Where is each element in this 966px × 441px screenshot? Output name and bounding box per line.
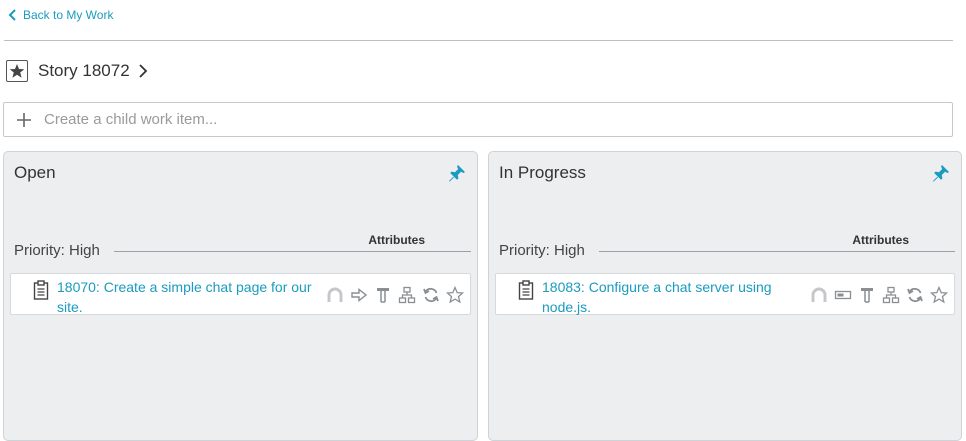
pin-icon[interactable] <box>931 163 951 183</box>
column-open: Open Attributes Priority: High 18070: Cr… <box>3 151 478 441</box>
refresh-icon[interactable] <box>422 286 440 304</box>
star-outline-icon[interactable] <box>930 286 948 304</box>
refresh-icon[interactable] <box>906 286 924 304</box>
group-divider <box>113 251 471 252</box>
story-title: Story 18072 <box>38 61 130 80</box>
chevron-right-icon[interactable] <box>138 63 148 79</box>
work-item-title-link[interactable]: 18070: Create a simple chat page for our… <box>57 277 323 317</box>
star-icon <box>9 64 25 78</box>
progress-bar-icon[interactable] <box>834 286 852 304</box>
header-divider <box>4 40 953 41</box>
star-outline-icon[interactable] <box>446 286 464 304</box>
clipboard-icon <box>518 280 534 300</box>
card-actions <box>326 286 464 304</box>
create-child-field[interactable] <box>3 102 953 137</box>
story-header: Story 18072 <box>6 60 148 82</box>
arrow-right-icon[interactable] <box>350 286 368 304</box>
group-divider <box>598 251 955 252</box>
avatar-icon[interactable] <box>810 286 828 304</box>
chevron-left-icon <box>8 9 16 21</box>
hierarchy-icon[interactable] <box>398 286 416 304</box>
work-item-card[interactable]: 18070: Create a simple chat page for our… <box>10 273 471 315</box>
column-title: In Progress <box>499 163 586 182</box>
back-to-my-work-link[interactable]: Back to My Work <box>8 8 113 22</box>
work-item-card[interactable]: 18083: Configure a chat server using nod… <box>495 273 955 315</box>
hierarchy-icon[interactable] <box>882 286 900 304</box>
avatar-icon[interactable] <box>326 286 344 304</box>
pin-icon[interactable] <box>447 163 467 183</box>
favorite-star-button[interactable] <box>6 60 28 82</box>
priority-group-header: Priority: High <box>499 242 955 259</box>
card-actions <box>810 286 948 304</box>
back-link-label: Back to My Work <box>23 8 114 22</box>
priority-group-label: Priority: High <box>14 242 100 259</box>
plus-icon <box>17 112 31 127</box>
column-in-progress: In Progress Attributes Priority: High 18… <box>488 151 962 441</box>
priority-group-label: Priority: High <box>499 242 585 259</box>
clipboard-icon <box>33 280 49 300</box>
column-title: Open <box>14 163 56 182</box>
size-icon[interactable] <box>858 286 876 304</box>
priority-group-header: Priority: High <box>14 242 471 259</box>
size-icon[interactable] <box>374 286 392 304</box>
create-child-input[interactable] <box>42 103 952 136</box>
work-item-title-link[interactable]: 18083: Configure a chat server using nod… <box>542 277 808 317</box>
